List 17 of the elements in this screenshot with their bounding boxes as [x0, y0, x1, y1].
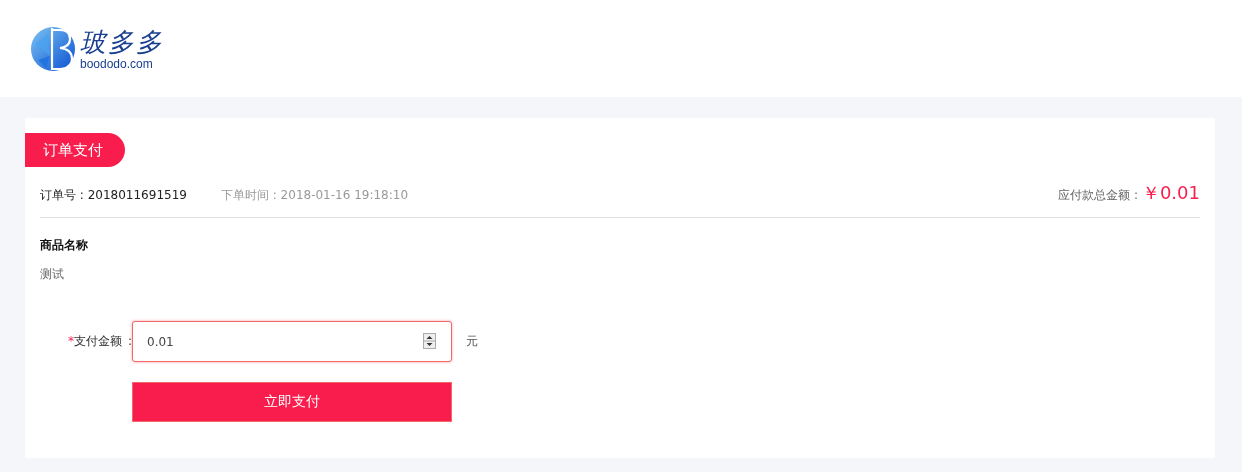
order-time: 下单时间 : 2018-01-16 19:18:10 — [220, 187, 409, 204]
total-amount: ￥0.01 — [1141, 181, 1200, 205]
logo-text: 玻多多 — [80, 26, 164, 57]
order-number: 订单号 : 2018011691519 — [40, 187, 187, 204]
pay-button[interactable]: 立即支付 — [132, 382, 452, 422]
logo-domain: boododo.com — [80, 56, 154, 71]
total-label: 应付款总金额 : — [1058, 187, 1138, 204]
product-heading: 商品名称 — [40, 237, 89, 254]
panel-title: 订单支付 — [25, 133, 125, 167]
label-colon: : — [127, 334, 132, 348]
amount-input[interactable]: 0.01 — [132, 321, 452, 362]
spinner-icon[interactable] — [423, 333, 436, 349]
product-name: 测试 — [40, 266, 65, 283]
required-mark: * — [67, 334, 74, 348]
logo-icon — [30, 25, 76, 72]
field-label: 支付金额 — [73, 334, 122, 348]
unit-label: 元 — [466, 333, 478, 350]
